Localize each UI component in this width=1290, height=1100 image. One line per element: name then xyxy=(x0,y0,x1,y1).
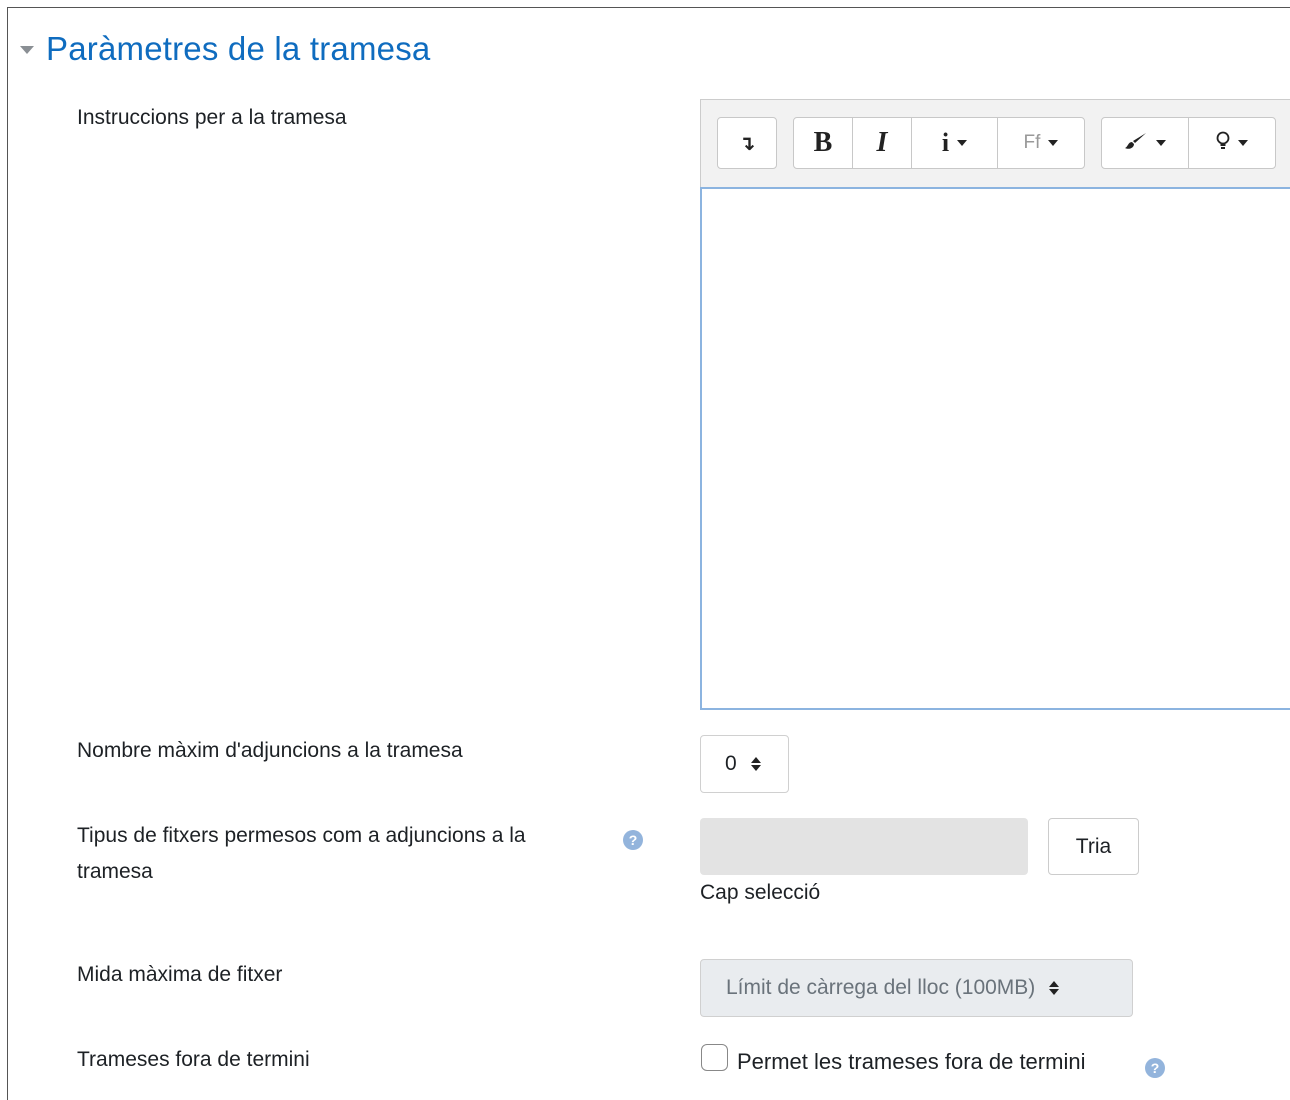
info-icon: i xyxy=(941,128,950,157)
paintbrush-icon xyxy=(1124,132,1148,155)
editor-toolbar: ↴ B I i Ff xyxy=(700,99,1290,187)
max-size-label: Mida màxima de fitxer xyxy=(77,963,283,986)
late-submissions-checkbox[interactable] xyxy=(701,1044,728,1071)
max-size-value: Límit de càrrega del lloc (100MB) xyxy=(726,976,1036,999)
section-header[interactable]: Paràmetres de la tramesa xyxy=(20,30,430,68)
late-submissions-checkbox-label[interactable]: Permet les trameses fora de termini xyxy=(737,1045,1085,1079)
chevron-down-icon xyxy=(957,140,968,146)
help-icon[interactable]: ? xyxy=(623,830,643,850)
font-icon: Ff xyxy=(1023,132,1041,153)
sort-arrows-icon xyxy=(1049,981,1060,995)
bold-button[interactable]: B xyxy=(794,118,853,168)
max-attachments-label: Nombre màxim d'adjuncions a la tramesa xyxy=(77,739,463,762)
toolbar-group-style xyxy=(1101,117,1276,169)
chevron-down-icon xyxy=(1048,140,1059,146)
choose-file-types-button[interactable]: Tria xyxy=(1048,818,1139,875)
instructions-label: Instruccions per a la tramesa xyxy=(77,106,347,129)
chevron-down-icon xyxy=(1156,140,1166,146)
help-icon[interactable]: ? xyxy=(1145,1058,1165,1078)
max-attachments-select[interactable]: 0 xyxy=(700,735,789,793)
italic-button[interactable]: I xyxy=(853,118,912,168)
brush-button[interactable] xyxy=(1102,118,1189,168)
file-types-status: Cap selecció xyxy=(700,881,821,904)
editor-content-area[interactable] xyxy=(700,187,1290,710)
toolbar-group-format: B I i Ff xyxy=(793,117,1085,169)
max-attachments-value: 0 xyxy=(725,752,737,775)
lightbulb-icon xyxy=(1216,131,1230,156)
lightbulb-button[interactable] xyxy=(1189,118,1275,168)
font-button[interactable]: Ff xyxy=(998,118,1084,168)
sort-arrows-icon xyxy=(750,757,761,771)
file-types-label-line2: tramesa xyxy=(77,860,153,883)
info-button[interactable]: i xyxy=(912,118,998,168)
collapse-caret-icon[interactable] xyxy=(20,46,34,54)
section-title[interactable]: Paràmetres de la tramesa xyxy=(46,30,430,68)
file-types-input xyxy=(700,818,1028,875)
file-types-label-line1: Tipus de fitxers permesos com a adjuncio… xyxy=(77,824,526,847)
max-size-select[interactable]: Límit de càrrega del lloc (100MB) xyxy=(700,959,1133,1017)
toolbar-group-expand: ↴ xyxy=(717,117,777,169)
late-submissions-label: Trameses fora de termini xyxy=(77,1048,310,1071)
instructions-editor: ↴ B I i Ff xyxy=(700,99,1290,710)
chevron-down-icon xyxy=(1238,140,1248,146)
file-types-label: Tipus de fitxers permesos com a adjuncio… xyxy=(77,818,526,890)
expand-toolbar-button[interactable]: ↴ xyxy=(718,118,776,168)
